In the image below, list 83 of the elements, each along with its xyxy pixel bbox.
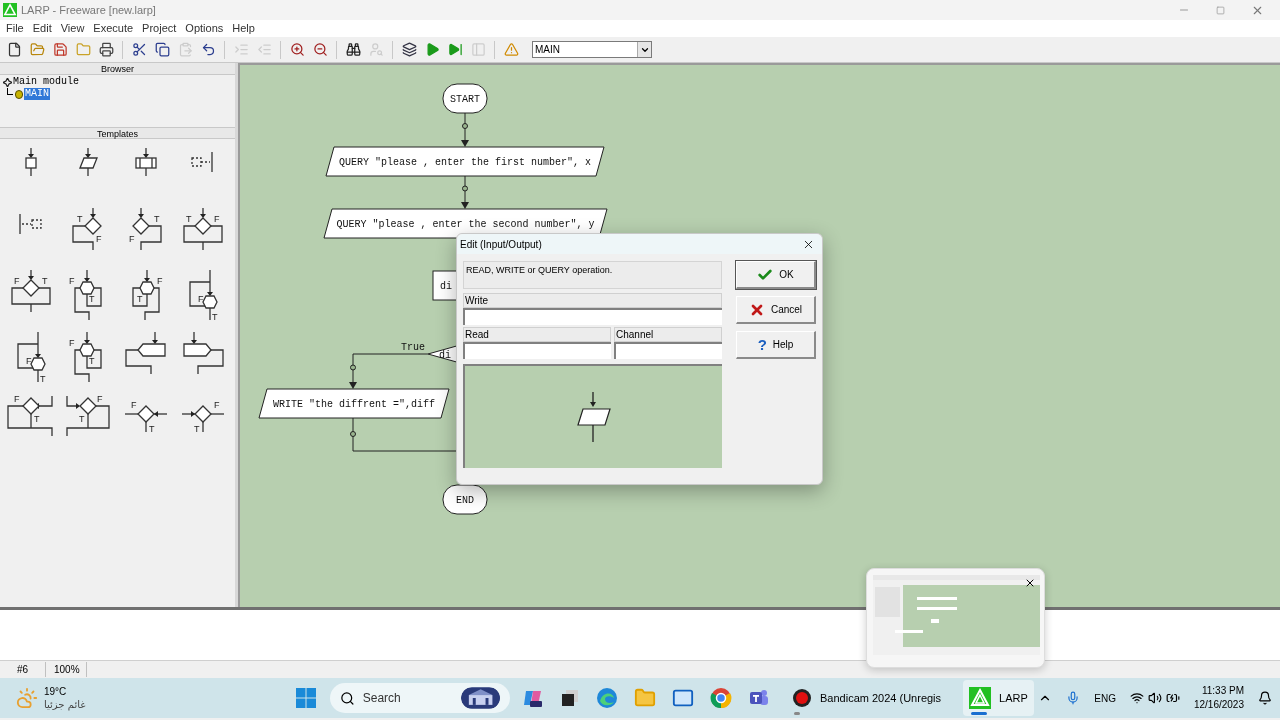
node-text: QUERY "please , enter the first number", x — [339, 157, 591, 168]
template-drawing[interactable]: F T — [6, 268, 56, 324]
template-drawing[interactable]: T F — [63, 206, 114, 262]
taskbar-app[interactable]: Bandicam 2024 (Unregis — [786, 680, 948, 716]
menu-item[interactable]: File — [2, 20, 28, 37]
browser-circle-icon[interactable] — [710, 687, 732, 709]
node-text: START — [450, 94, 480, 105]
help-button[interactable]: ? Help — [736, 331, 816, 359]
menu-item[interactable]: Project — [138, 20, 181, 37]
status-field: 100% — [48, 662, 87, 677]
io-shape[interactable] — [258, 388, 450, 419]
tree-branch-icon — [7, 88, 13, 95]
menu-item[interactable]: Options — [181, 20, 228, 37]
field-label: Channel — [614, 327, 722, 342]
field-label: Read — [463, 327, 611, 342]
terminal-shape[interactable] — [442, 83, 488, 114]
volume-icon[interactable] — [1147, 691, 1162, 705]
template-drawing[interactable]: F T — [6, 330, 56, 386]
node-text: WRITE "the diffrent =",diff — [273, 399, 435, 410]
template-drawing[interactable]: F T — [6, 392, 56, 448]
menu-item[interactable]: View — [56, 20, 89, 37]
field-label: Write — [463, 293, 722, 308]
browser-swirl-icon[interactable] — [596, 687, 618, 709]
clock-date[interactable]: 12/16/2023 — [1193, 698, 1244, 712]
search-bar[interactable]: Search — [330, 683, 510, 713]
close-icon[interactable] — [1024, 577, 1036, 589]
node-text: di — [439, 349, 451, 361]
description-text: READ, WRITE or QUERY operation. — [463, 261, 722, 289]
battery-icon[interactable] — [1165, 691, 1180, 705]
window-stack-icon[interactable] — [560, 688, 580, 708]
template-drawing[interactable]: F T — [63, 392, 114, 448]
menu-item[interactable]: Edit — [28, 20, 56, 37]
routine-icon — [15, 89, 23, 99]
template-drawing[interactable]: F T — [120, 392, 171, 448]
status-field: #6 — [0, 662, 46, 677]
template-drawing[interactable]: F T — [120, 268, 171, 324]
wifi-icon[interactable] — [1129, 691, 1144, 705]
language-indicator[interactable]: ENG — [1094, 690, 1116, 706]
menu-item[interactable]: Execute — [89, 20, 138, 37]
template-drawing[interactable]: F T — [177, 268, 228, 324]
running-indicator — [794, 712, 800, 715]
template-drawing[interactable]: T F — [120, 206, 171, 262]
template-drawing[interactable]: T F — [177, 206, 228, 262]
mail-icon[interactable] — [672, 687, 694, 709]
connector-arrow — [461, 175, 469, 209]
dialog-title: Edit (Input/Output) — [460, 237, 542, 252]
temperature-text: 19°C — [44, 685, 68, 698]
node-text: QUERY "please , enter the second number", y — [336, 219, 595, 230]
window-title: LARP - Freeware [new.larp] — [21, 2, 156, 18]
cancel-button[interactable]: Cancel — [736, 296, 816, 324]
ok-button[interactable]: OK — [736, 261, 816, 289]
running-indicator — [971, 712, 988, 715]
template-drawing[interactable]: F T — [63, 268, 114, 324]
tree-item[interactable]: Main module — [12, 76, 80, 88]
panel-header: Browser — [0, 63, 235, 75]
taskbar-app[interactable]: LARP — [963, 680, 1034, 716]
io-symbol-icon — [575, 392, 612, 442]
menu-item[interactable]: Help — [228, 20, 259, 37]
terminal-shape[interactable] — [442, 484, 488, 515]
connector-arrow — [461, 112, 469, 147]
larp-app-icon — [3, 3, 17, 17]
module-dropdown[interactable]: MAIN — [532, 41, 652, 58]
module-icon — [3, 77, 12, 87]
search-field[interactable]: Search — [362, 689, 453, 707]
microphone-icon[interactable] — [1066, 691, 1081, 705]
io-shape[interactable] — [325, 146, 605, 177]
tree-item[interactable]: MAIN — [24, 88, 50, 100]
bell-icon[interactable] — [1258, 691, 1272, 705]
text-field[interactable] — [463, 308, 722, 325]
node-text: END — [456, 495, 474, 506]
text-field[interactable] — [463, 342, 611, 359]
panel-header: Templates — [0, 127, 235, 139]
search-icon — [340, 690, 355, 706]
template-drawing[interactable]: F T — [177, 392, 228, 448]
question-icon: ? — [757, 337, 767, 352]
branch-label: True — [401, 342, 425, 353]
node-text: di — [440, 281, 452, 292]
clock-time[interactable]: 11:33 PM — [1201, 684, 1244, 698]
record-icon[interactable] — [792, 688, 812, 708]
template-drawing[interactable]: F T — [63, 330, 114, 386]
text-field[interactable] — [614, 342, 722, 359]
weather-text: غائم جزئيا — [44, 698, 86, 711]
connector-arrow — [349, 353, 357, 389]
